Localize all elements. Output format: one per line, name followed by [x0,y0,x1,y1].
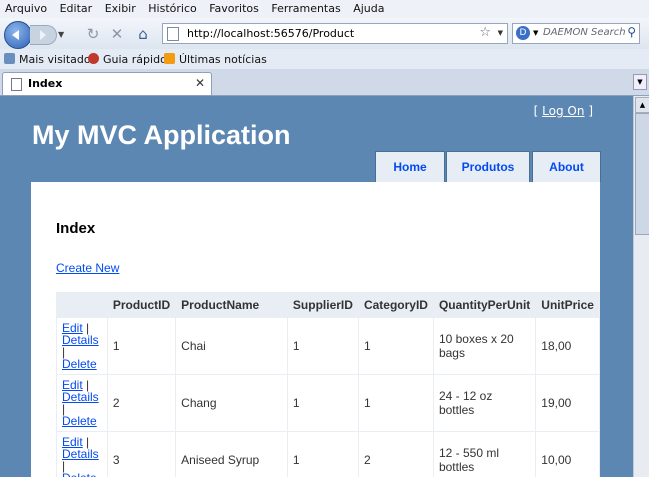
page-heading: Index [56,220,96,237]
logon-bracket-open: [ [533,104,539,118]
cell-unitprice: 10,00 [535,431,600,477]
cell-productid: 2 [106,374,177,432]
delete-link[interactable]: Delete [62,357,97,371]
logon-link[interactable]: Log On [542,104,584,118]
column-header-unitprice: UnitPrice [535,292,600,318]
table-header-row: ProductID ProductName SupplierID Categor… [56,292,600,318]
page-viewport: [ Log On ] My MVC Application Home Produ… [0,96,633,477]
cell-quantityperunit: 24 - 12 oz bottles [432,374,537,432]
delete-link[interactable]: Delete [62,414,97,428]
cell-productid: 1 [106,317,177,375]
menu-editar[interactable]: Editar [55,0,97,15]
reload-icon[interactable]: ↻ [84,25,102,43]
table-row: Edit | Details | Delete 3 Aniseed Syrup … [56,431,600,477]
column-header-actions [56,292,108,318]
close-tab-icon[interactable]: ✕ [195,76,205,90]
page-icon [167,27,179,41]
cell-quantityperunit: 12 - 550 ml bottles [432,431,537,477]
url-dropdown-icon[interactable]: ▼ [498,29,503,37]
menu-historico[interactable]: Histórico [143,0,200,15]
table-row: Edit | Details | Delete 2 Chang 1 1 24 -… [56,374,600,432]
table-row: Edit | Details | Delete 1 Chai 1 1 10 bo… [56,317,600,375]
search-engine-icon[interactable]: D [516,26,530,40]
forward-button[interactable] [30,25,57,45]
bookmarks-toolbar: Mais visitados Guia rápido Últimas notíc… [0,49,649,69]
cell-productname: Aniseed Syrup [175,431,288,477]
cell-supplierid: 1 [286,431,359,477]
home-icon[interactable]: ⌂ [134,25,152,43]
menu-ferramentas[interactable]: Ferramentas [266,0,344,15]
bookmark-quick-guide[interactable]: Guia rápido [88,53,167,66]
create-new-link[interactable]: Create New [56,261,119,275]
scroll-up-icon[interactable]: ▲ [635,97,649,113]
bookmark-star-icon[interactable]: ☆ [479,25,491,40]
row-actions: Edit | Details | Delete [56,431,108,477]
bookmark-label: Últimas notícias [179,53,267,66]
column-header-supplierid: SupplierID [286,292,359,318]
address-bar[interactable]: http://localhost:56576/Product ☆ ▼ [162,23,508,44]
row-actions: Edit | Details | Delete [56,317,108,375]
column-header-quantityperunit: QuantityPerUnit [432,292,537,318]
menu-ajuda[interactable]: Ajuda [348,0,388,15]
cell-supplierid: 1 [286,317,359,375]
search-box[interactable]: D ▼ DAEMON Search ⚲ [512,23,640,44]
cell-categoryid: 1 [357,374,434,432]
cell-productid: 3 [106,431,177,477]
cell-categoryid: 1 [357,317,434,375]
history-dropdown-icon[interactable]: ▼ [58,30,64,39]
cell-quantityperunit: 10 boxes x 20 bags [432,317,537,375]
bookmark-most-visited[interactable]: Mais visitados [4,53,96,66]
tab-title: Index [28,77,63,90]
tab-list-dropdown-icon[interactable]: ▼ [633,74,647,90]
column-header-productid: ProductID [106,292,177,318]
back-button[interactable] [4,21,32,49]
stop-icon[interactable]: ✕ [108,25,126,43]
cell-productname: Chai [175,317,288,375]
page-icon [11,78,22,91]
cell-productname: Chang [175,374,288,432]
bookmark-label: Mais visitados [19,53,97,66]
column-header-productname: ProductName [175,292,288,318]
details-link[interactable]: Details [62,447,99,461]
vertical-scrollbar[interactable]: ▲ [633,96,649,477]
menu-home[interactable]: Home [375,151,445,182]
menu-produtos[interactable]: Produtos [446,151,530,182]
delete-link[interactable]: Delete [62,471,97,477]
row-actions: Edit | Details | Delete [56,374,108,432]
site-title: My MVC Application [32,120,291,150]
search-engine-dropdown-icon[interactable]: ▼ [533,29,538,37]
column-header-categoryid: CategoryID [357,292,434,318]
navigation-toolbar: ▼ ↻ ✕ ⌂ http://localhost:56576/Product ☆… [0,18,649,49]
search-icon[interactable]: ⚲ [627,25,636,39]
products-table: ProductID ProductName SupplierID Categor… [56,292,600,477]
search-placeholder[interactable]: DAEMON Search [543,27,626,38]
menu-favoritos[interactable]: Favoritos [204,0,263,15]
cell-supplierid: 1 [286,374,359,432]
bookmark-label: Guia rápido [103,53,167,66]
logon-area: [ Log On ] [534,104,593,118]
bookmark-icon [4,53,15,64]
menu-about[interactable]: About [532,151,601,182]
logon-bracket-close: ] [588,104,593,118]
cell-unitprice: 19,00 [535,374,600,432]
menu-exibir[interactable]: Exibir [100,0,140,15]
cell-unitprice: 18,00 [535,317,600,375]
details-link[interactable]: Details [62,390,99,404]
tab-index[interactable]: Index ✕ [2,72,212,95]
cell-categoryid: 2 [357,431,434,477]
scrollbar-thumb[interactable] [635,113,649,235]
main-content: Index Create New ProductID ProductName S… [31,182,600,477]
firefox-icon [88,53,99,64]
bookmark-latest-news[interactable]: Últimas notícias [164,53,267,66]
rss-icon [164,53,175,64]
browser-menu-bar: Arquivo Editar Exibir Histórico Favorito… [0,0,649,18]
url-text[interactable]: http://localhost:56576/Product [187,27,354,40]
details-link[interactable]: Details [62,333,99,347]
menu-arquivo[interactable]: Arquivo [0,0,51,15]
tab-strip: Index ✕ ▼ [0,69,649,96]
